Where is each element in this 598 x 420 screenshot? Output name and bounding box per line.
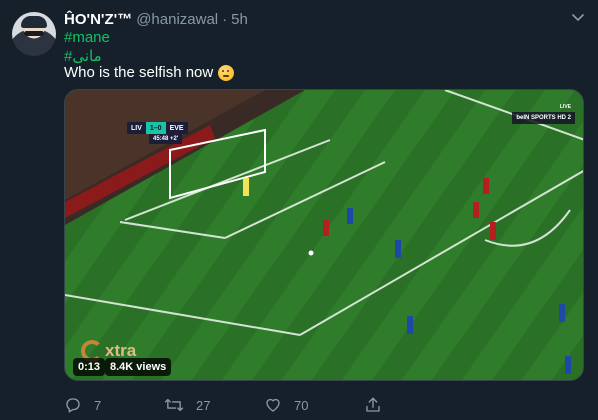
thinking-face-icon [218,64,235,81]
like-button[interactable]: 70 [264,396,308,414]
hashtag-mane[interactable]: #mane [64,29,110,46]
tweet-timestamp[interactable]: 5h [231,11,248,28]
chevron-down-icon[interactable] [570,9,586,25]
user-handle[interactable]: @hanizawal [136,11,218,28]
tweet[interactable]: ĤO'N'Z'™ @hanizawal · 5h #mane #مانى Who… [0,0,598,420]
retweet-icon [164,398,184,412]
broadcaster-logo: beIN SPORTS HD 2 [512,112,575,124]
avatar[interactable] [12,12,56,56]
share-icon [366,397,380,412]
video-views: 8.4K views [105,358,172,376]
video-duration: 0:13 [73,358,106,376]
video-player[interactable]: LIV 1–0 EVE 45:48 +2' LIVE beIN SPORTS H… [64,89,584,381]
scorebug: LIV 1–0 EVE [127,122,188,134]
avatar-glasses [24,31,44,36]
tweet-header: ĤO'N'Z'™ @hanizawal · 5h [64,9,248,29]
heart-icon [266,398,280,412]
avatar-cap [21,16,47,28]
home-team: LIV [127,122,146,134]
display-name[interactable]: ĤO'N'Z'™ [64,11,132,28]
reply-count: 7 [94,397,102,413]
retweet-count: 27 [196,397,211,413]
away-team: EVE [165,122,188,134]
match-clock: 45:48 +2' [149,134,183,144]
hashtag-arabic[interactable]: #مانى [64,47,102,65]
broadcaster-name: beIN SPORTS HD 2 [516,115,571,121]
tweet-text-content: Who is the selfish now [64,64,214,81]
tweet-actions: 7 27 70 [64,396,484,416]
like-count: 70 [294,397,309,413]
reply-button[interactable]: 7 [64,396,101,414]
retweet-button[interactable]: 27 [164,396,210,414]
reply-icon [66,398,80,413]
score: 1–0 [145,122,166,134]
separator-dot: · [222,10,228,28]
share-button[interactable] [364,396,394,414]
tweet-text: Who is the selfish now [64,64,235,81]
live-label: LIVE [559,104,571,110]
